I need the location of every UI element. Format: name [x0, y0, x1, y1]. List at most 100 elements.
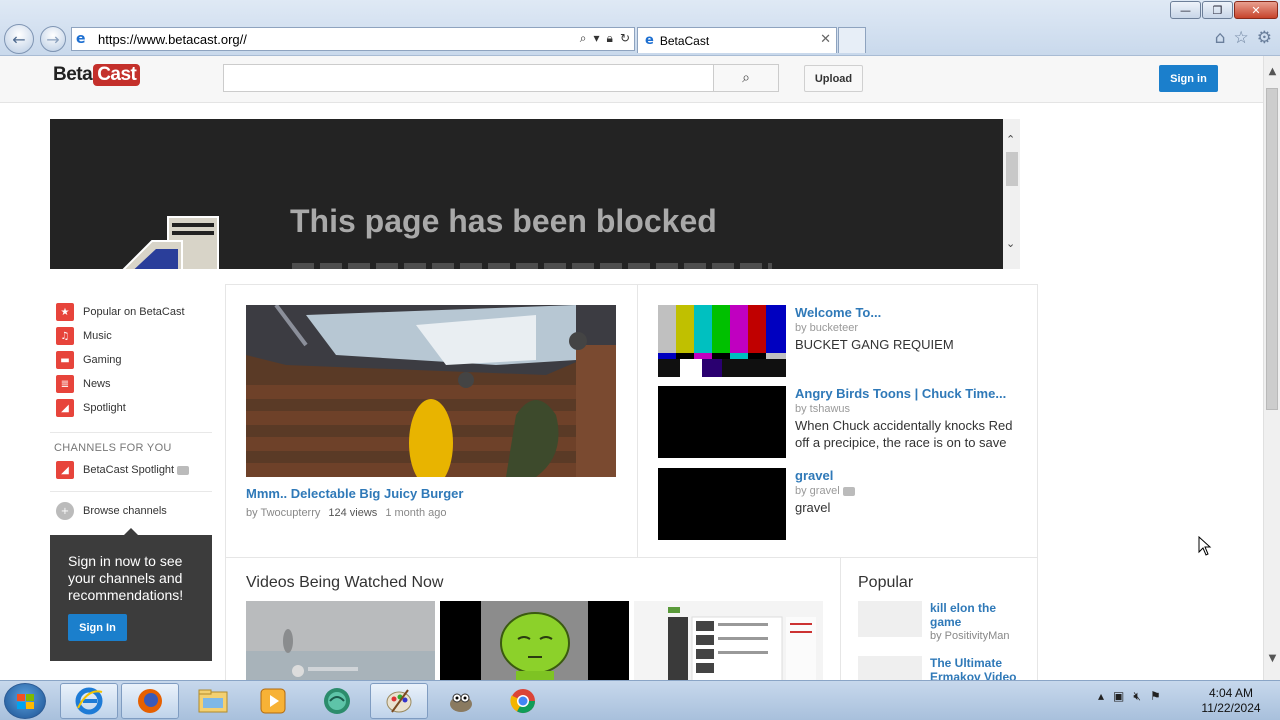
taskbar-app[interactable]: [308, 683, 366, 719]
forward-button[interactable]: →: [40, 26, 66, 52]
side-video-description: gravel: [795, 500, 831, 515]
volume-muted-icon[interactable]: 🔇︎: [1133, 689, 1141, 704]
video-thumbnail[interactable]: [658, 468, 786, 540]
site-logo[interactable]: Beta Cast: [53, 64, 141, 86]
clock-time: 4:04 AM: [1208, 686, 1254, 700]
side-video-description: BUCKET GANG REQUIEM: [795, 337, 954, 352]
scroll-up-icon[interactable]: ▲: [1264, 66, 1280, 83]
taskbar-firefox[interactable]: [121, 683, 179, 719]
chrome-icon: [510, 689, 535, 714]
popular-item[interactable]: kill elon the game by PositivityMan: [858, 601, 1028, 645]
frame-scroll-thumb[interactable]: [1006, 152, 1018, 186]
sign-in-prompt-button[interactable]: Sign In: [68, 614, 127, 641]
side-video-author[interactable]: by bucketeer: [795, 322, 858, 334]
search-input[interactable]: [223, 64, 714, 92]
popular-item-title[interactable]: kill elon the game: [930, 601, 1030, 629]
settings-gear-icon[interactable]: ⚙: [1257, 28, 1272, 48]
popular-thumbnail[interactable]: [858, 656, 922, 680]
popular-item-author[interactable]: by PositivityMan: [930, 630, 1009, 642]
spotlight-icon: ◢: [56, 461, 74, 479]
new-tab-button[interactable]: [838, 27, 866, 53]
search-button[interactable]: ⌕: [713, 64, 779, 92]
minimize-button[interactable]: —: [1170, 1, 1201, 19]
browser-tab[interactable]: e BetaCast ✕: [637, 27, 837, 53]
guide-item-label: News: [83, 378, 111, 390]
watching-video-thumbnail[interactable]: [634, 601, 823, 680]
guide-item-spotlight[interactable]: ◢ Spotlight: [50, 396, 212, 420]
address-url[interactable]: https://www.betacast.org//: [98, 32, 247, 47]
guide-item-news[interactable]: ≣ News: [50, 372, 212, 396]
search-icon[interactable]: ⌕: [580, 31, 587, 46]
clock-date: 11/22/2024: [1201, 701, 1261, 715]
taskbar-paint[interactable]: [370, 683, 428, 719]
side-video[interactable]: Welcome To... by bucketeer BUCKET GANG R…: [658, 305, 1018, 379]
guide-item-music[interactable]: ♫ Music: [50, 324, 212, 348]
popular-item-title[interactable]: The Ultimate Ermakov Video: [930, 656, 1030, 680]
close-window-button[interactable]: ✕: [1234, 1, 1278, 19]
watching-video-thumbnail[interactable]: [440, 601, 629, 680]
sign-in-prompt: Sign in now to see your channels and rec…: [50, 528, 212, 661]
side-video[interactable]: Angry Birds Toons | Chuck Time... by tsh…: [658, 386, 1018, 460]
scroll-thumb[interactable]: [1266, 88, 1278, 410]
maximize-button[interactable]: ❐: [1202, 1, 1233, 19]
upload-button[interactable]: Upload: [804, 65, 863, 92]
taskbar-gimp[interactable]: [432, 683, 490, 719]
address-bar[interactable]: e https://www.betacast.org// ⌕ ▾ 🔒︎ ↻: [71, 27, 635, 51]
featured-video-views: 124 views: [328, 507, 378, 519]
guide-item-channel[interactable]: ◢ BetaCast Spotlight: [50, 458, 212, 482]
taskbar-chrome[interactable]: [494, 683, 552, 719]
favorites-star-icon[interactable]: ☆: [1234, 28, 1249, 48]
taskbar-media-player[interactable]: [244, 683, 302, 719]
video-feed: Mmm.. Delectable Big Juicy Burger by Two…: [225, 284, 1038, 680]
featured-video-age: 1 month ago: [385, 507, 447, 519]
side-video-author[interactable]: by tshawus: [795, 403, 850, 415]
featured-video-meta: by Twocupterry 124 views 1 month ago: [246, 507, 446, 519]
guide-item-label: Popular on BetaCast: [83, 306, 185, 318]
back-button[interactable]: ←: [4, 24, 34, 54]
featured-video-author[interactable]: by Twocupterry: [246, 507, 320, 519]
dropdown-icon[interactable]: ▾: [594, 31, 600, 46]
network-icon[interactable]: ▣: [1113, 689, 1124, 704]
lock-icon[interactable]: 🔒︎: [607, 31, 613, 46]
screenshot-image: [634, 601, 823, 680]
scroll-down-icon[interactable]: ▼: [1264, 653, 1280, 670]
guide-item-gaming[interactable]: ▬ Gaming: [50, 348, 212, 372]
side-video-title[interactable]: Angry Birds Toons | Chuck Time...: [795, 386, 1006, 401]
side-video-title[interactable]: Welcome To...: [795, 305, 881, 320]
show-hidden-icons-icon[interactable]: ▴: [1098, 689, 1104, 704]
side-video-title[interactable]: gravel: [795, 468, 833, 483]
guide-item-label: Spotlight: [83, 402, 126, 414]
popular-thumbnail[interactable]: [858, 601, 922, 637]
frame-scrollbar[interactable]: ⌃ ⌄: [1003, 119, 1020, 269]
star-icon: ★: [56, 303, 74, 321]
frame-scroll-down-icon[interactable]: ⌄: [1006, 237, 1015, 250]
divider: [840, 558, 841, 680]
spotlight-icon: ◢: [56, 399, 74, 417]
side-video[interactable]: gravel by gravel gravel: [658, 468, 1018, 542]
color-bars-thumbnail[interactable]: [658, 305, 786, 377]
start-button[interactable]: [4, 683, 46, 719]
browse-channels-link[interactable]: + Browse channels: [50, 499, 212, 523]
home-icon[interactable]: ⌂: [1215, 28, 1226, 48]
popular-item[interactable]: The Ultimate Ermakov Video: [858, 656, 1028, 680]
close-tab-icon[interactable]: ✕: [820, 32, 831, 47]
windows-logo-icon: [17, 694, 34, 709]
watching-video-thumbnail[interactable]: [246, 601, 435, 680]
action-center-flag-icon[interactable]: ⚑: [1150, 689, 1161, 704]
video-thumbnail[interactable]: [658, 386, 786, 458]
media-player-icon: [260, 688, 286, 714]
featured-video-thumbnail[interactable]: [246, 305, 616, 477]
divider: [226, 557, 1037, 558]
page-scrollbar[interactable]: ▲ ▼: [1263, 56, 1280, 680]
featured-video-title[interactable]: Mmm.. Delectable Big Juicy Burger: [246, 486, 463, 501]
tab-favicon-icon: e: [645, 33, 654, 48]
refresh-icon[interactable]: ↻: [620, 31, 630, 46]
side-video-author[interactable]: by gravel: [795, 485, 840, 497]
green-character-image: [440, 601, 629, 680]
taskbar-explorer[interactable]: [184, 683, 242, 719]
sign-in-button[interactable]: Sign in: [1159, 65, 1218, 92]
system-clock[interactable]: 4:04 AM 11/22/2024: [1196, 686, 1266, 716]
frame-scroll-up-icon[interactable]: ⌃: [1006, 133, 1015, 146]
guide-item-popular[interactable]: ★ Popular on BetaCast: [50, 300, 212, 324]
taskbar-ie[interactable]: [60, 683, 118, 719]
